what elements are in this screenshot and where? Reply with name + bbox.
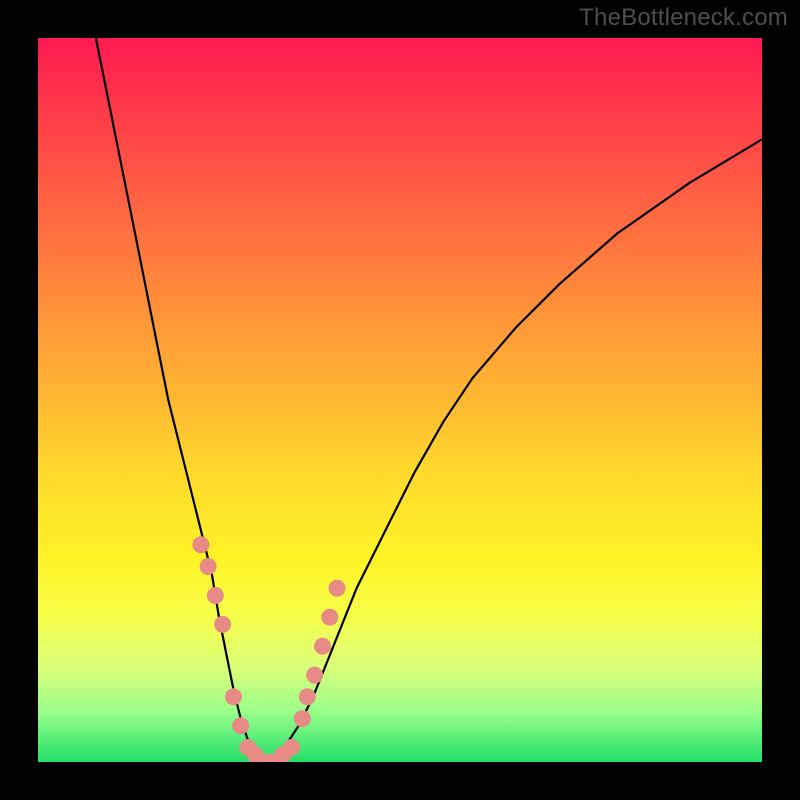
- marker-dot: [200, 558, 217, 575]
- marker-dot: [299, 688, 316, 705]
- marker-dot: [306, 667, 323, 684]
- marker-dot: [207, 587, 224, 604]
- plot-area: [38, 38, 762, 762]
- marker-dot: [232, 717, 249, 734]
- marker-dot: [225, 688, 242, 705]
- bottleneck-curve: [96, 38, 762, 762]
- marker-group: [192, 536, 345, 762]
- curve-svg: [38, 38, 762, 762]
- marker-dot: [321, 609, 338, 626]
- marker-dot: [283, 739, 300, 756]
- marker-dot: [192, 536, 209, 553]
- marker-dot: [294, 710, 311, 727]
- chart-frame: TheBottleneck.com: [0, 0, 800, 800]
- marker-dot: [314, 638, 331, 655]
- marker-dot: [214, 616, 231, 633]
- watermark-text: TheBottleneck.com: [579, 4, 788, 32]
- marker-dot: [329, 580, 346, 597]
